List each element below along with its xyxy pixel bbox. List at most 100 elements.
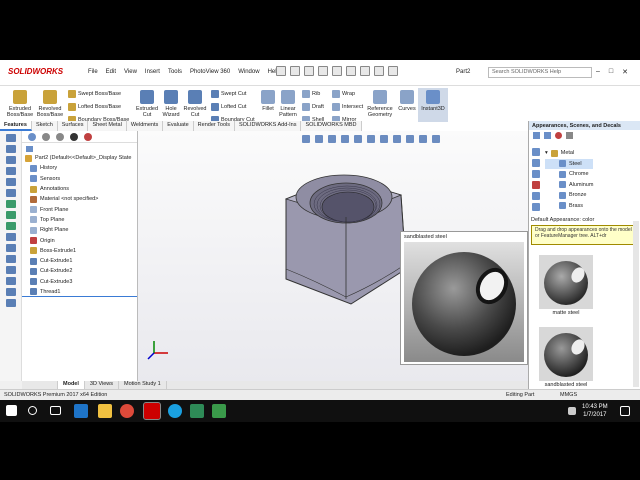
rebuild-icon[interactable]: [374, 66, 384, 76]
windows-start-icon[interactable]: [6, 405, 17, 416]
apply-scene-icon[interactable]: [419, 135, 427, 143]
rapid-sketch-icon[interactable]: [6, 288, 16, 296]
minimize-icon[interactable]: –: [596, 68, 600, 76]
tree-item-boss-extrude1[interactable]: Boss-Extrude1: [22, 246, 137, 256]
property-manager-tab-icon[interactable]: [42, 133, 50, 141]
dynamic-annotation-icon[interactable]: [354, 135, 362, 143]
chrome-icon[interactable]: [120, 404, 134, 418]
swept-cut-button[interactable]: Swept Cut: [211, 90, 246, 98]
tab-render-tools[interactable]: Render Tools: [193, 121, 235, 131]
print-icon[interactable]: [332, 66, 342, 76]
tab-surfaces[interactable]: Surfaces: [57, 121, 89, 131]
tree-item-material[interactable]: Material <not specified>: [22, 194, 137, 204]
appearance-item-bronze[interactable]: Bronze: [545, 190, 593, 201]
solidworks-taskbar-icon[interactable]: [143, 402, 161, 420]
forum-icon[interactable]: [532, 203, 540, 211]
revolved-cut-button[interactable]: Revolved Cut: [181, 90, 209, 118]
custom-properties-icon[interactable]: [532, 192, 540, 200]
tab-sheet-metal[interactable]: Sheet Metal: [88, 121, 127, 131]
reference-geometry-button[interactable]: Reference Geometry: [366, 90, 394, 118]
file-explorer-icon[interactable]: [532, 170, 540, 178]
smart-dimension-icon[interactable]: [6, 134, 16, 142]
repair-icon[interactable]: [6, 266, 16, 274]
quick-snaps-icon[interactable]: [6, 277, 16, 285]
tab-model[interactable]: Model: [58, 381, 85, 389]
feature-manager-tab-icon[interactable]: [28, 133, 36, 141]
edit-appearance-icon[interactable]: [406, 135, 414, 143]
dimxpert-tab-icon[interactable]: [70, 133, 78, 141]
revolved-boss-button[interactable]: Revolved Boss/Base: [36, 90, 64, 118]
tree-item-cut-extrude2[interactable]: Cut-Extrude2: [22, 266, 137, 276]
tab-scroll-arrows[interactable]: [22, 381, 58, 389]
appearance-folder-metal[interactable]: ▾ Metal: [545, 148, 593, 159]
appearance-item-brass[interactable]: Brass: [545, 201, 593, 212]
search-icon[interactable]: [28, 406, 37, 415]
tree-item-sensors[interactable]: Sensors: [22, 174, 137, 184]
tab-mbd[interactable]: SOLIDWORKS MBD: [301, 121, 362, 131]
arc-icon[interactable]: [6, 178, 16, 186]
draft-button[interactable]: Draft: [302, 103, 324, 111]
tab-3d-views[interactable]: 3D Views: [85, 381, 120, 389]
line-icon[interactable]: [6, 145, 16, 153]
camtasia-icon[interactable]: [190, 404, 204, 418]
tab-sketch[interactable]: Sketch: [31, 121, 58, 131]
select-icon[interactable]: [360, 66, 370, 76]
camtasia-recorder-icon[interactable]: [212, 404, 226, 418]
close-icon[interactable]: ✕: [622, 68, 628, 76]
appearances-tab-icon[interactable]: [532, 181, 540, 189]
wrap-button[interactable]: Wrap: [332, 90, 355, 98]
filter-icon[interactable]: [26, 146, 33, 152]
tab-weldments[interactable]: Weldments: [126, 121, 164, 131]
options-icon[interactable]: [388, 66, 398, 76]
spline-icon[interactable]: [6, 189, 16, 197]
menu-window[interactable]: Window: [238, 69, 259, 75]
menu-file[interactable]: File: [88, 69, 98, 75]
file-explorer-icon[interactable]: [98, 404, 112, 418]
taskbar-clock[interactable]: 10:43 PM 1/7/2017: [582, 403, 608, 419]
rectangle-icon[interactable]: [6, 156, 16, 164]
trim-icon[interactable]: [6, 200, 16, 208]
menu-tools[interactable]: Tools: [168, 69, 182, 75]
circle-icon[interactable]: [6, 167, 16, 175]
menu-edit[interactable]: Edit: [106, 69, 116, 75]
hide-show-items-icon[interactable]: [393, 135, 401, 143]
forward-icon[interactable]: [544, 132, 551, 139]
instant3d-button[interactable]: Instant3D: [418, 88, 448, 122]
section-view-icon[interactable]: [341, 135, 349, 143]
curves-button[interactable]: Curves: [393, 90, 421, 112]
tree-item-front-plane[interactable]: Front Plane: [22, 204, 137, 214]
expand-icon[interactable]: ▾: [545, 150, 548, 156]
notifications-icon[interactable]: [568, 407, 576, 415]
linear-pattern-button[interactable]: Linear Pattern: [274, 90, 302, 118]
menu-insert[interactable]: Insert: [145, 69, 160, 75]
swept-boss-button[interactable]: Swept Boss/Base: [68, 90, 121, 98]
help-search-input[interactable]: Search SOLIDWORKS Help: [488, 67, 592, 78]
appearance-item-steel[interactable]: Steel: [545, 158, 594, 169]
pin-icon[interactable]: [276, 66, 286, 76]
appearance-icon[interactable]: [555, 132, 562, 139]
tab-features[interactable]: Features: [0, 121, 32, 131]
graphics-area[interactable]: sandblasted steel: [138, 131, 528, 381]
sandblasted-steel-thumbnail[interactable]: [539, 327, 593, 381]
appearance-item-chrome[interactable]: Chrome: [545, 169, 593, 180]
tree-item-thread1[interactable]: Thread1: [22, 287, 137, 298]
home-icon[interactable]: [532, 148, 540, 156]
offset-icon[interactable]: [6, 211, 16, 219]
save-icon[interactable]: [318, 66, 328, 76]
lofted-boss-button[interactable]: Lofted Boss/Base: [68, 103, 121, 111]
relations-icon[interactable]: [6, 255, 16, 263]
previous-view-icon[interactable]: [328, 135, 336, 143]
pane-scrollbar[interactable]: [633, 221, 639, 387]
action-center-icon[interactable]: [620, 406, 630, 416]
new-icon[interactable]: [290, 66, 300, 76]
view-settings-icon[interactable]: [432, 135, 440, 143]
intersect-button[interactable]: Intersect: [332, 103, 363, 111]
instant2d-icon[interactable]: [6, 299, 16, 307]
undo-icon[interactable]: [346, 66, 356, 76]
tab-evaluate[interactable]: Evaluate: [163, 121, 194, 131]
matte-steel-thumbnail[interactable]: [539, 255, 593, 309]
tree-item-top-plane[interactable]: Top Plane: [22, 215, 137, 225]
appearance-item-aluminum[interactable]: Aluminum: [545, 180, 593, 191]
design-library-icon[interactable]: [532, 159, 540, 167]
back-icon[interactable]: [533, 132, 540, 139]
